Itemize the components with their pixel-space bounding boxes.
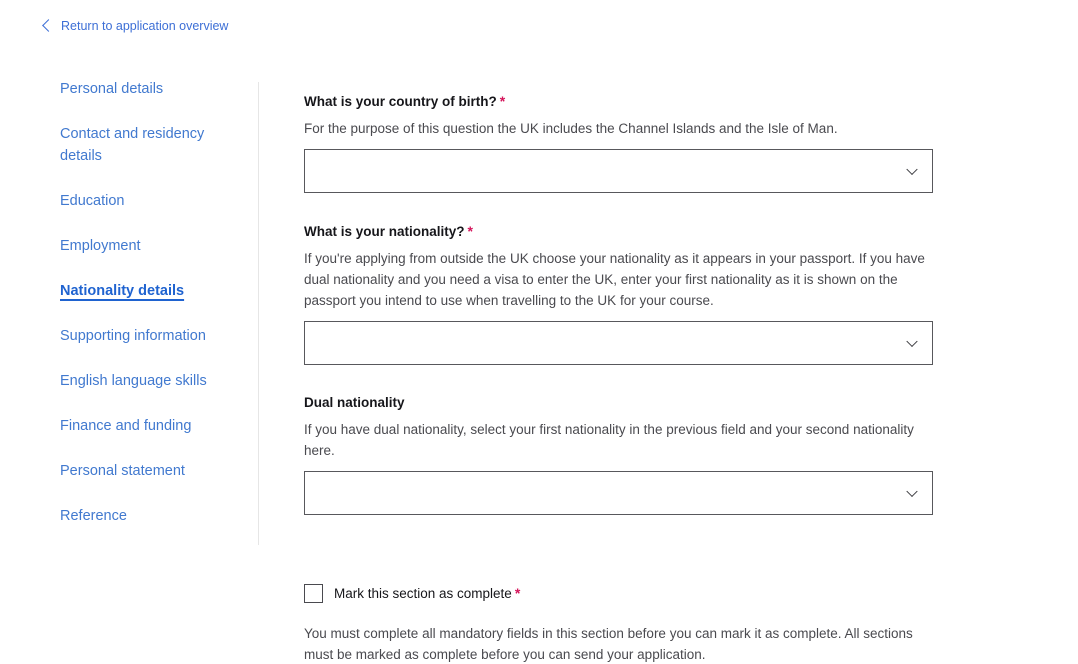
dual-nationality-select[interactable] bbox=[304, 471, 933, 515]
sidebar-item-education[interactable]: Education bbox=[60, 190, 235, 212]
chevron-down-icon bbox=[906, 485, 918, 498]
sidebar-item-supporting-information[interactable]: Supporting information bbox=[60, 325, 235, 347]
section-navigation-sidebar: Personal details Contact and residency de… bbox=[60, 78, 255, 550]
main-content: What is your country of birth? * For the … bbox=[304, 92, 944, 664]
field-country-of-birth: What is your country of birth? * For the … bbox=[304, 92, 944, 193]
nationality-help: If you're applying from outside the UK c… bbox=[304, 251, 925, 308]
page-body: Personal details Contact and residency de… bbox=[0, 0, 1078, 664]
required-asterisk: * bbox=[467, 223, 473, 239]
mandatory-fields-note: You must complete all mandatory fields i… bbox=[304, 626, 913, 662]
sidebar-item-contact-and-residency-details[interactable]: Contact and residency details bbox=[60, 123, 235, 167]
sidebar-item-employment[interactable]: Employment bbox=[60, 235, 235, 257]
required-asterisk: * bbox=[514, 585, 521, 601]
application-form-page: Return to application overview Personal … bbox=[0, 0, 1078, 664]
sidebar-item-finance-and-funding[interactable]: Finance and funding bbox=[60, 415, 235, 437]
field-nationality: What is your nationality? * If you're app… bbox=[304, 222, 944, 365]
nationality-label-text: What is your nationality? bbox=[304, 224, 465, 239]
field-dual-nationality: Dual nationality If you have dual nation… bbox=[304, 393, 944, 515]
country-of-birth-select[interactable] bbox=[304, 149, 933, 193]
sidebar-divider bbox=[258, 82, 259, 545]
sidebar-item-nationality-details[interactable]: Nationality details bbox=[60, 280, 235, 302]
dual-nationality-label: Dual nationality bbox=[304, 393, 944, 412]
mark-section-complete-checkbox[interactable] bbox=[304, 584, 323, 603]
dual-nationality-label-text: Dual nationality bbox=[304, 395, 405, 410]
mark-complete-row: Mark this section as complete * bbox=[304, 584, 944, 603]
chevron-down-icon bbox=[906, 163, 918, 176]
sidebar-item-reference[interactable]: Reference bbox=[60, 505, 235, 527]
required-asterisk: * bbox=[499, 93, 506, 109]
sidebar-item-personal-details[interactable]: Personal details bbox=[60, 78, 235, 100]
chevron-down-icon bbox=[906, 335, 918, 348]
dual-nationality-help: If you have dual nationality, select you… bbox=[304, 422, 914, 458]
mark-complete-label: Mark this section as complete * bbox=[334, 584, 520, 603]
sidebar-item-english-language-skills[interactable]: English language skills bbox=[60, 370, 235, 392]
country-of-birth-help: For the purpose of this question the UK … bbox=[304, 121, 838, 136]
nationality-label: What is your nationality? * bbox=[304, 222, 944, 241]
mark-complete-label-text: Mark this section as complete bbox=[334, 586, 512, 601]
nationality-select[interactable] bbox=[304, 321, 933, 365]
country-of-birth-label: What is your country of birth? * bbox=[304, 92, 944, 111]
sidebar-item-personal-statement[interactable]: Personal statement bbox=[60, 460, 235, 482]
country-of-birth-label-text: What is your country of birth? bbox=[304, 94, 497, 109]
